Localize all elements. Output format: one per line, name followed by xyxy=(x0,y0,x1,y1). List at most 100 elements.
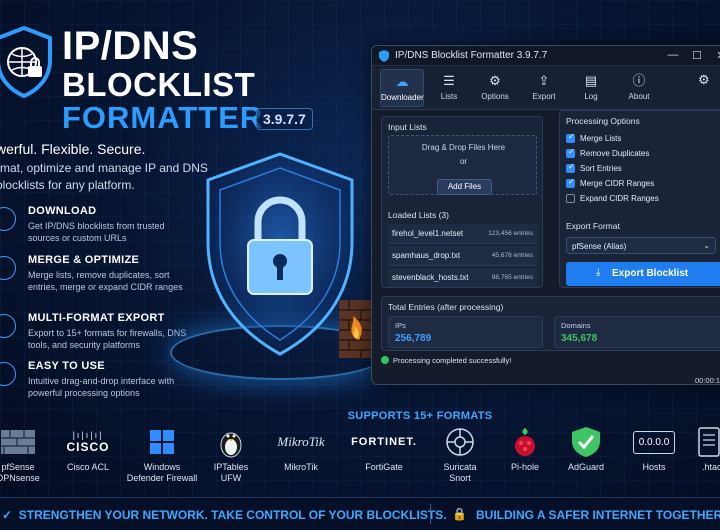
checkbox-checked-icon[interactable]: ✓ xyxy=(566,147,575,158)
checkbox-label: Sort Entries xyxy=(580,164,622,173)
entry-count: 98,765 entries xyxy=(491,274,533,281)
shield-icon: ✓ xyxy=(2,508,19,522)
selected-format: pfSense (Alias) xyxy=(572,242,627,251)
checkbox-label: Merge CIDR Ranges xyxy=(580,179,655,188)
app-window: IP/DNS Blocklist Formatter 3.9.7.7 — ☐ ✕… xyxy=(371,45,720,385)
domains-label: Domains xyxy=(561,321,591,330)
feature-title: DOWNLOAD xyxy=(28,205,97,217)
format-iptables: IPTables UFW xyxy=(195,425,267,484)
formats-heading-text: SUPPORTS 15+ FORMATS xyxy=(347,410,493,422)
input-lists-panel: Input Lists Drag & Drop Files Here or Ad… xyxy=(381,116,543,288)
ips-label: IPs xyxy=(395,321,406,330)
domains-stat: Domains 345,678 xyxy=(554,316,720,348)
version-badge: 3.9.7.7 xyxy=(256,108,313,130)
feature-title: EASY TO USE xyxy=(28,360,105,372)
list-icon: ☰ xyxy=(443,73,455,88)
entry-count: 123,456 entries xyxy=(488,230,533,237)
list-item[interactable]: spamhaus_drop.txt 45,678 entries xyxy=(388,246,537,266)
format-htaccess: .htac xyxy=(676,425,720,473)
chevron-down-icon: ⌄ xyxy=(703,241,710,250)
feature-desc: Intuitive drag-and-drop interface with p… xyxy=(28,376,175,398)
gear-icon: ⚙ xyxy=(489,73,501,88)
feature-desc: Export to 15+ formats for firewalls, DNS… xyxy=(28,328,187,350)
format-name-htaccess: .htac xyxy=(702,462,720,472)
success-check-icon xyxy=(381,356,389,364)
drop-text: Drag & Drop Files Here xyxy=(421,143,506,152)
processing-panel: Processing Options ✓ Merge Lists ✓ Remov… xyxy=(559,110,720,288)
title-line-2: BLOCKLIST xyxy=(62,66,256,103)
file-name: stevenblack_hosts.txt xyxy=(392,273,469,282)
checkbox-label: Merge Lists xyxy=(580,134,622,143)
ips-stat: IPs 256,789 xyxy=(388,316,543,348)
feature-desc: Merge lists, remove duplicates, sort ent… xyxy=(28,270,183,292)
fortinet-logo-icon: FORTINET. xyxy=(351,436,417,448)
input-lists-title: Input Lists xyxy=(388,122,427,132)
checkbox-label: Expand CIDR Ranges xyxy=(580,194,659,203)
export-format-select[interactable]: pfSense (Alias) ⌄ xyxy=(566,237,716,254)
minimize-button[interactable]: — xyxy=(664,49,682,61)
cloud-download-icon: ☁ xyxy=(395,74,409,89)
linux-penguin-icon xyxy=(220,432,242,458)
tab-downloader[interactable]: ☁ Downloader xyxy=(380,69,424,107)
close-button[interactable]: ✕ xyxy=(712,49,720,62)
file-name: firehol_level1.netset xyxy=(392,229,464,238)
export-blocklist-button[interactable]: ⤓ Export Blocklist xyxy=(566,262,720,286)
htaccess-icon xyxy=(698,427,720,457)
elapsed-timer: 00:00:1 xyxy=(694,376,720,385)
footer-left-text: ✓ STRENGTHEN YOUR NETWORK. TAKE CONTROL … xyxy=(2,508,447,522)
format-mikrotik: MikroTik MikroTik xyxy=(265,425,337,473)
title-bar: IP/DNS Blocklist Formatter 3.9.7.7 — ☐ ✕ xyxy=(372,46,720,66)
tab-options[interactable]: ⚙ Options xyxy=(473,69,517,107)
totals-title: Total Entries (after processing) xyxy=(388,302,504,312)
format-name-mikrotik: MikroTik xyxy=(284,462,318,472)
tab-label: Log xyxy=(584,92,598,101)
format-name-iptables: IPTables UFW xyxy=(213,462,249,483)
list-item[interactable]: firehol_level1.netset 123,456 entries xyxy=(388,224,537,244)
checkbox-checked-icon[interactable]: ✓ xyxy=(566,132,575,143)
title-line-3: FORMATTER xyxy=(62,100,264,135)
tab-label: Options xyxy=(481,92,509,101)
adguard-shield-icon xyxy=(572,427,600,457)
format-fortigate: FORTINET. FortiGate xyxy=(348,425,420,473)
feature-title: MULTI-FORMAT EXPORT xyxy=(28,312,165,324)
tab-label: Downloader xyxy=(381,93,424,102)
shield-lock-logo-icon xyxy=(0,26,52,98)
status-text: Processing completed successfully! xyxy=(393,356,512,365)
file-name: spamhaus_drop.txt xyxy=(392,251,461,260)
tagline: werful. Flexible. Secure. xyxy=(0,141,146,157)
upload-icon: ⇪ xyxy=(538,73,550,88)
format-name-fortigate: FortiGate xyxy=(365,462,403,472)
format-name-pfsense: pfSense OPNsense xyxy=(0,462,40,483)
document-icon: ▤ xyxy=(584,73,598,88)
tab-lists[interactable]: ☰ Lists xyxy=(427,69,471,107)
settings-gear-icon[interactable]: ⚙ xyxy=(698,72,710,88)
checkbox-unchecked-icon[interactable] xyxy=(566,194,575,203)
cisco-logo-icon: |ı|ı|ı| CISCO xyxy=(66,430,110,454)
tab-label: Export xyxy=(532,92,556,101)
suricata-icon xyxy=(446,428,474,456)
title-line-1: IP/DNS xyxy=(62,24,199,68)
footer-right-text: 🔒 BUILDING A SAFER INTERNET TOGETHER. xyxy=(452,507,720,522)
tab-log[interactable]: ▤ Log xyxy=(569,69,613,107)
processing-title: Processing Options xyxy=(566,116,640,126)
checkbox-checked-icon[interactable]: ✓ xyxy=(566,162,575,173)
maximize-button[interactable]: ☐ xyxy=(688,49,706,62)
checkbox-label: Remove Duplicates xyxy=(580,149,650,158)
list-item[interactable]: stevenblack_hosts.txt 98,765 entries xyxy=(388,268,537,288)
tab-label: About xyxy=(628,92,650,101)
entry-count: 45,678 entries xyxy=(491,252,533,259)
firewall-brick-icon xyxy=(339,300,373,358)
domains-value: 345,678 xyxy=(561,333,598,344)
format-name-cisco: Cisco ACL xyxy=(66,462,110,472)
format-pfsense: pfSense OPNsense xyxy=(0,425,54,484)
feature-title: MERGE & OPTIMIZE xyxy=(28,254,140,266)
drop-zone[interactable]: Drag & Drop Files Here or Add Files xyxy=(388,135,537,195)
tab-export[interactable]: ⇪ Export xyxy=(522,69,566,107)
lock-icon: 🔒 xyxy=(452,507,467,521)
checkbox-checked-icon[interactable]: ✓ xyxy=(566,177,575,188)
export-label: Export Blocklist xyxy=(612,268,689,279)
tab-about[interactable]: ⓘ About xyxy=(617,69,661,107)
add-files-button[interactable]: Add Files xyxy=(437,179,492,195)
windows-logo-icon xyxy=(150,430,174,454)
raspberry-icon xyxy=(515,428,535,456)
